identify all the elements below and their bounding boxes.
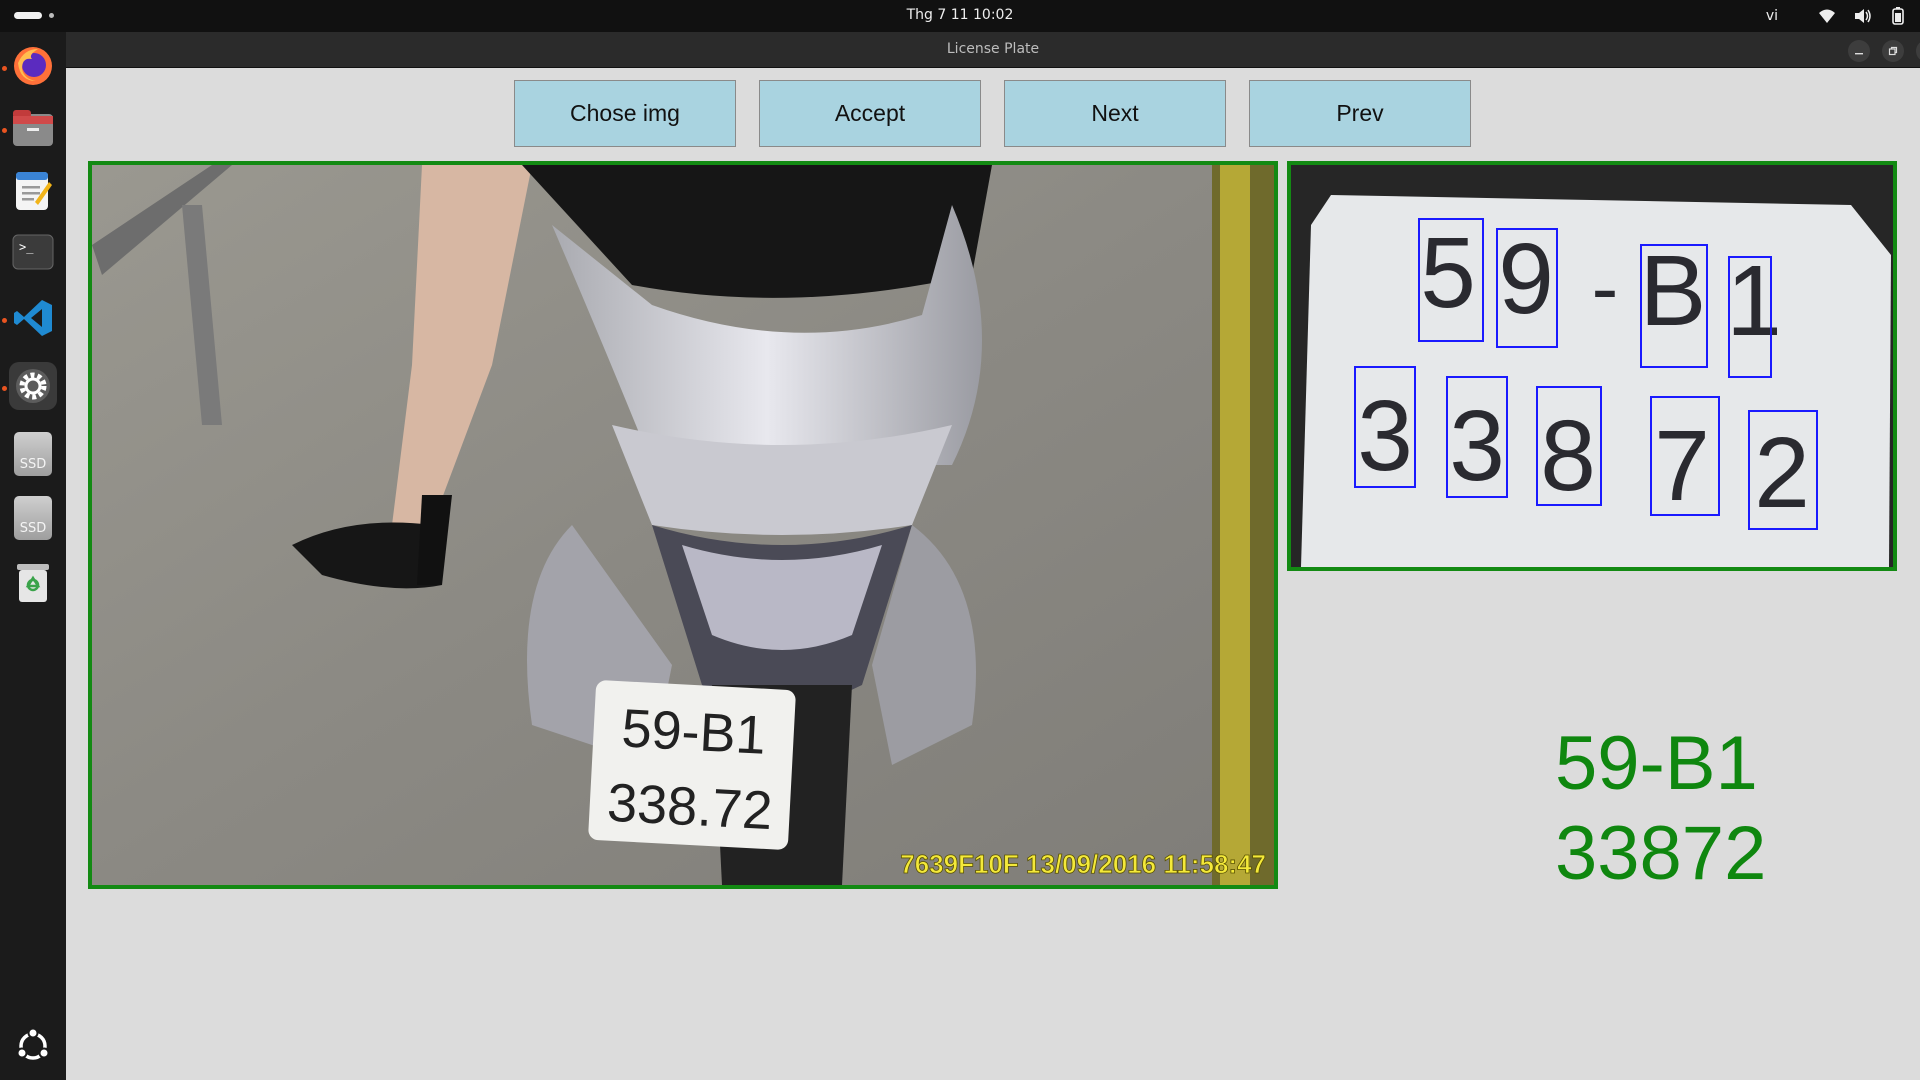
ssd-label: SSD — [14, 496, 52, 540]
recognized-plate: 59-B1 33872 — [1555, 719, 1915, 899]
app-content: Chose img Accept Next Prev 59-B1 338.72 … — [66, 69, 1920, 1080]
restore-icon — [1888, 46, 1898, 56]
photo-plate-line1: 59-B1 — [620, 698, 767, 765]
accept-button[interactable]: Accept — [759, 80, 981, 147]
battery-icon — [1890, 7, 1906, 25]
ssd-drive-icon[interactable]: SSD — [9, 430, 57, 478]
recognized-plate-line2: 33872 — [1555, 811, 1767, 896]
motorbike-photo: 59-B1 338.72 7639F10F 13/09/2016 11:58:4… — [92, 165, 1274, 885]
plate-char: 7 — [1654, 410, 1710, 522]
dock: >_ SSD SSD — [0, 32, 66, 1080]
system-tray[interactable]: vi — [1766, 6, 1906, 26]
files-icon[interactable] — [9, 104, 57, 152]
plate-char: - — [1592, 243, 1619, 332]
vscode-icon[interactable] — [9, 294, 57, 342]
running-indicator — [2, 386, 7, 391]
show-apps-icon[interactable] — [9, 1022, 57, 1070]
recognized-plate-line1: 59-B1 — [1555, 721, 1758, 806]
restore-button[interactable] — [1882, 40, 1904, 62]
trash-icon[interactable] — [9, 558, 57, 606]
ssd-label: SSD — [14, 432, 52, 476]
prev-button[interactable]: Prev — [1249, 80, 1471, 147]
photo-plate-line2: 338.72 — [606, 773, 774, 842]
camera-timestamp-overlay: 7639F10F 13/09/2016 11:58:47 — [900, 849, 1266, 879]
window-titlebar[interactable]: License Plate — [66, 32, 1920, 68]
plate-char: 1 — [1726, 245, 1782, 357]
text-editor-icon[interactable] — [9, 166, 57, 214]
input-language[interactable]: vi — [1766, 8, 1778, 24]
volume-icon — [1854, 8, 1872, 24]
next-button[interactable]: Next — [1004, 80, 1226, 147]
wifi-icon — [1818, 8, 1836, 24]
vehicle-photo: 59-B1 338.72 7639F10F 13/09/2016 11:58:4… — [88, 161, 1278, 889]
ssd-drive-icon[interactable]: SSD — [9, 494, 57, 542]
plate-char: 8 — [1540, 400, 1596, 512]
chose-img-button[interactable]: Chose img — [514, 80, 736, 147]
clock[interactable]: Thg 7 11 10:02 — [0, 7, 1920, 23]
plate-char: B — [1640, 235, 1707, 347]
plate-char: 5 — [1420, 217, 1476, 329]
plate-crop: 5 9 - B 1 3 3 8 7 2 — [1287, 161, 1897, 571]
firefox-icon[interactable] — [9, 42, 57, 90]
plate-char: 3 — [1357, 380, 1413, 492]
window-title: License Plate — [946, 41, 1040, 57]
settings-icon[interactable] — [9, 362, 57, 410]
terminal-icon[interactable]: >_ — [9, 228, 57, 276]
minimize-button[interactable] — [1848, 40, 1870, 62]
minimize-icon — [1855, 53, 1863, 55]
plate-char: 2 — [1754, 417, 1810, 529]
plate-char: 9 — [1498, 223, 1554, 335]
segmented-plate: 5 9 - B 1 3 3 8 7 2 — [1291, 165, 1893, 567]
running-indicator — [2, 318, 7, 323]
svg-text:>_: >_ — [19, 240, 34, 254]
top-bar: Thg 7 11 10:02 vi — [0, 0, 1920, 32]
running-indicator — [2, 66, 7, 71]
plate-char: 3 — [1449, 390, 1505, 502]
running-indicator — [2, 128, 7, 133]
